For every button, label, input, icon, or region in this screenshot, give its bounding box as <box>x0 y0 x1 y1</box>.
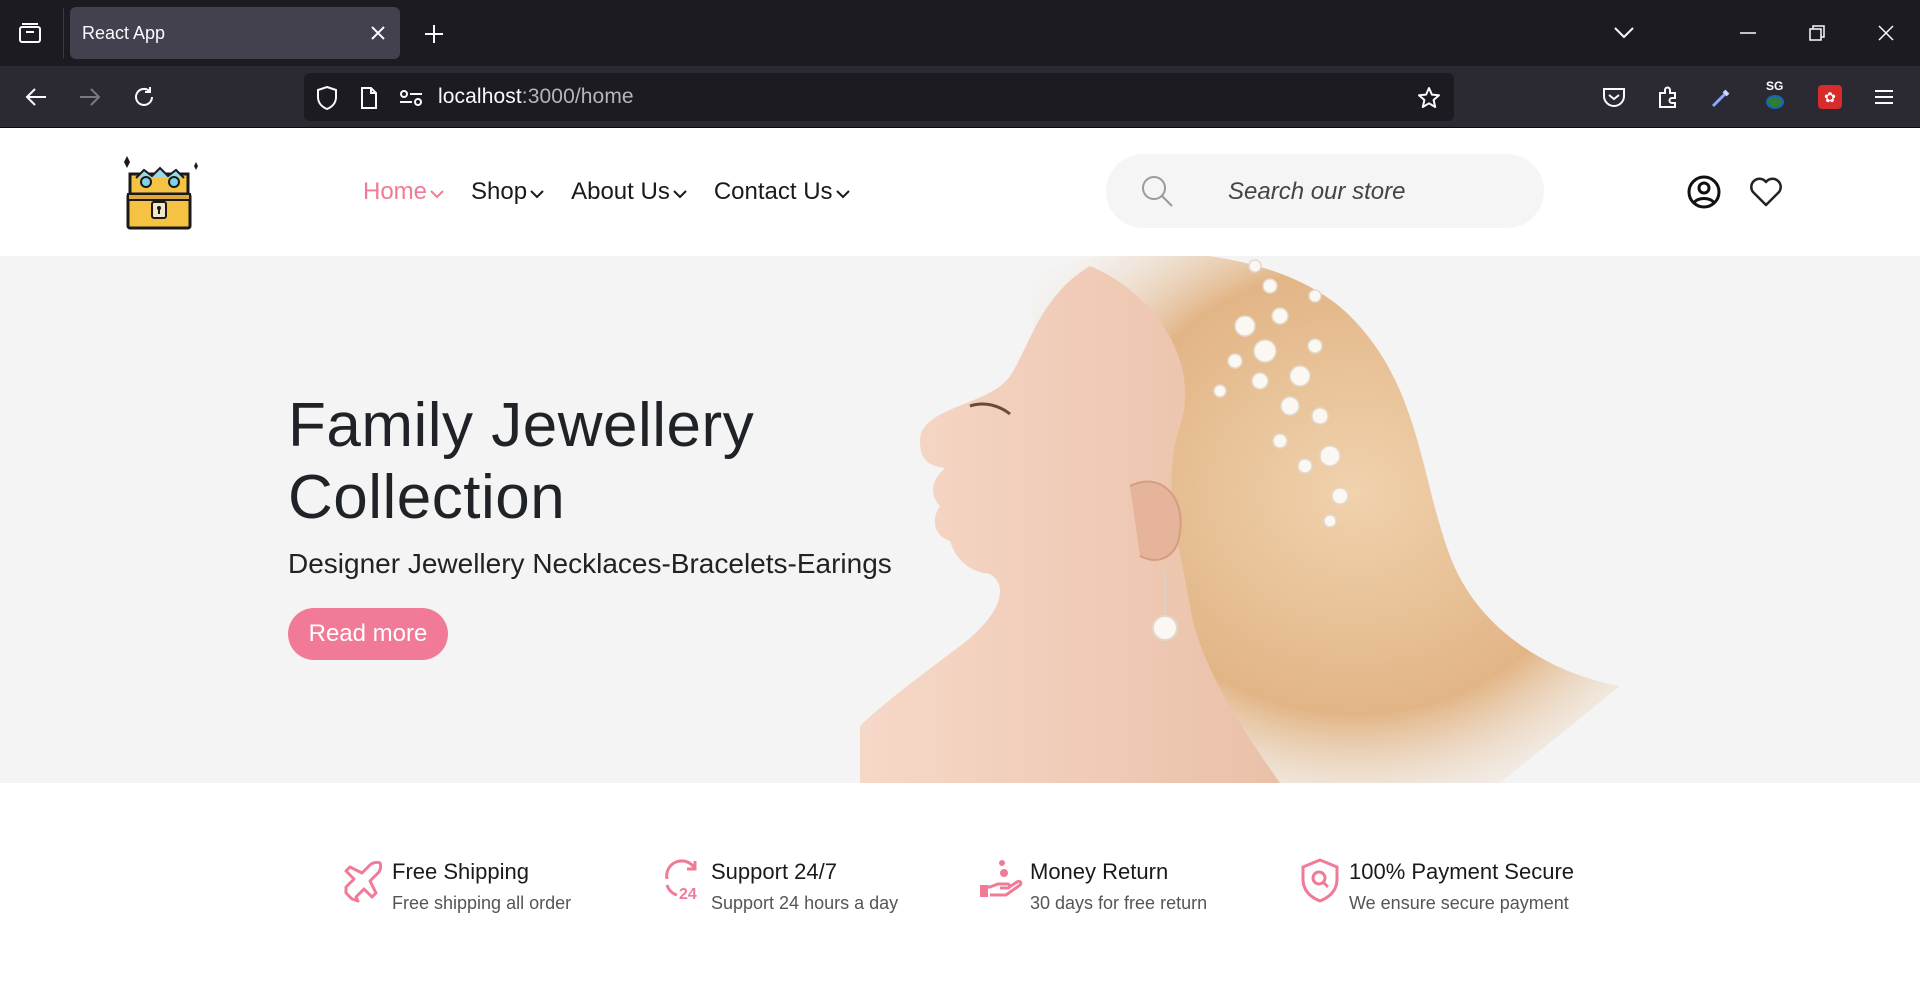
restore-icon <box>1809 25 1825 41</box>
arrow-right-icon <box>80 88 101 106</box>
puzzle-icon <box>1659 86 1676 108</box>
feature-desc: We ensure secure payment <box>1349 893 1569 913</box>
eyedropper-icon <box>1711 89 1730 108</box>
feature-payment-secure: 100% Payment Secure We ensure secure pay… <box>1297 857 1574 914</box>
tab-list-icon <box>19 23 41 43</box>
svg-text:24: 24 <box>679 886 697 903</box>
bookmark-star-icon[interactable] <box>1416 85 1442 111</box>
support-24-icon: 24 <box>665 859 697 903</box>
search-icon[interactable] <box>1140 174 1174 208</box>
user-circle-icon <box>1687 175 1721 209</box>
close-window-button[interactable] <box>1866 14 1906 52</box>
feature-free-shipping: Free Shipping Free shipping all order <box>340 857 571 914</box>
tab-title: React App <box>82 23 166 43</box>
nav-item-about-us[interactable]: About Us <box>571 178 687 206</box>
main-navigation: Home Shop About Us Contact Us <box>363 178 877 206</box>
account-button[interactable] <box>1686 174 1722 210</box>
reload-button[interactable] <box>125 78 163 116</box>
reload-icon <box>135 87 153 106</box>
plane-icon <box>344 860 383 903</box>
browser-toolbar: localhost:3000/home SG ✿ <box>0 66 1920 128</box>
menu-button[interactable] <box>1865 78 1903 116</box>
woman-jewellery-photo <box>860 256 1620 783</box>
nav-item-home[interactable]: Home <box>363 178 444 206</box>
minimize-icon <box>1740 32 1756 34</box>
globe-icon: SG <box>1763 79 1789 111</box>
nav-item-shop[interactable]: Shop <box>471 178 544 206</box>
arrow-left-icon <box>25 88 46 106</box>
close-icon <box>371 26 385 40</box>
search-placeholder: Search our store <box>1228 178 1406 205</box>
close-icon <box>1878 25 1894 41</box>
browser-tab-bar: React App <box>0 0 1920 66</box>
feature-title: 100% Payment Secure <box>1349 859 1575 884</box>
browser-tab[interactable]: React App <box>70 7 400 59</box>
money-hand-icon <box>980 860 1023 897</box>
feature-title: Money Return <box>1030 859 1169 884</box>
feature-desc: 30 days for free return <box>1030 893 1208 913</box>
back-button[interactable] <box>17 78 55 116</box>
site-header: Home Shop About Us Contact Us Search our… <box>0 128 1920 256</box>
chevron-down-icon <box>835 189 850 198</box>
hero-title: Family Jewellery Collection <box>288 391 755 532</box>
features-strip: Free Shipping Free shipping all order 24… <box>0 783 1920 1008</box>
tab-separator <box>63 8 64 58</box>
treasure-chest-logo[interactable] <box>118 152 202 232</box>
list-all-tabs-button[interactable] <box>1604 14 1644 52</box>
hero-banner: Family Jewellery Collection Designer Jew… <box>0 256 1920 783</box>
shield-icon[interactable] <box>314 85 340 111</box>
tab-list-button[interactable] <box>12 18 48 48</box>
extensions-button[interactable] <box>1649 78 1687 116</box>
read-more-button[interactable]: Read more <box>288 608 448 660</box>
minimize-button[interactable] <box>1728 14 1768 52</box>
chevron-down-icon <box>673 189 687 198</box>
hero-subtitle: Designer Jewellery Necklaces-Bracelets-E… <box>288 548 892 579</box>
chevron-down-icon <box>430 189 444 198</box>
extension-icon: ✿ <box>1818 85 1842 109</box>
eyedropper-extension-button[interactable] <box>1703 78 1741 116</box>
pocket-button[interactable] <box>1595 78 1633 116</box>
feature-money-return: Money Return 30 days for free return <box>978 857 1207 914</box>
forward-button[interactable] <box>71 78 109 116</box>
wishlist-button[interactable] <box>1748 174 1784 210</box>
chevron-down-icon <box>1614 27 1634 39</box>
restore-button[interactable] <box>1797 14 1837 52</box>
plus-icon <box>425 25 443 43</box>
shield-search-icon <box>1301 858 1339 903</box>
search-input[interactable]: Search our store <box>1106 154 1544 228</box>
feature-desc: Support 24 hours a day <box>711 893 899 913</box>
sg-extension-button[interactable]: SG <box>1757 78 1795 116</box>
feature-title: Free Shipping <box>392 859 529 884</box>
heart-icon <box>1750 177 1782 207</box>
feature-support: 24 Support 24/7 Support 24 hours a day <box>659 857 898 914</box>
new-tab-button[interactable] <box>418 18 450 50</box>
permissions-icon[interactable] <box>398 85 424 111</box>
address-bar[interactable]: localhost:3000/home <box>304 73 1454 121</box>
feature-desc: Free shipping all order <box>392 893 572 913</box>
tab-close-button[interactable] <box>366 21 390 45</box>
page-info-icon[interactable] <box>356 85 382 111</box>
red-extension-button[interactable]: ✿ <box>1811 78 1849 116</box>
hamburger-icon <box>1875 90 1893 104</box>
url-text[interactable]: localhost:3000/home <box>438 85 634 109</box>
chevron-down-icon <box>530 189 544 198</box>
feature-title: Support 24/7 <box>711 859 837 884</box>
pocket-icon <box>1603 88 1625 107</box>
nav-item-contact-us[interactable]: Contact Us <box>714 178 850 206</box>
